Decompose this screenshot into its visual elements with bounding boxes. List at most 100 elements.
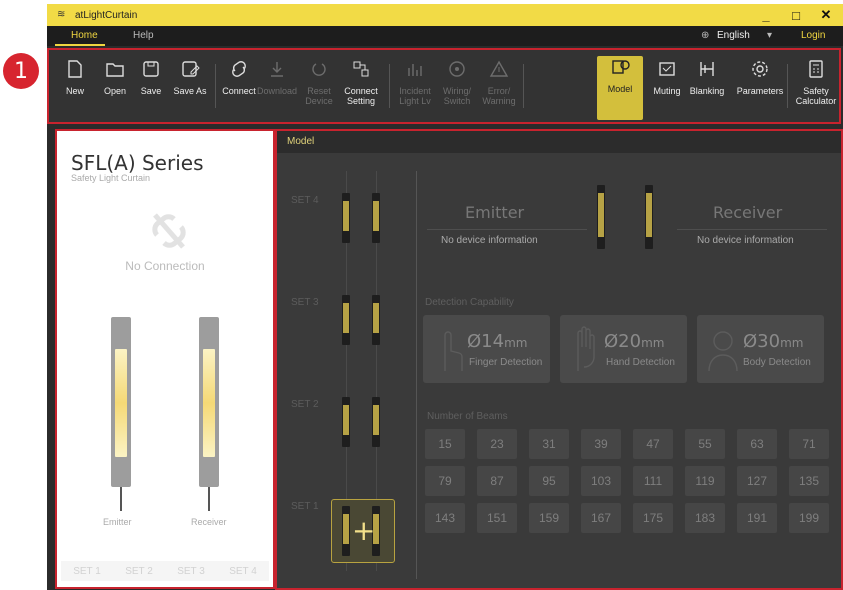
reset-device-button[interactable]: Reset Device xyxy=(299,58,339,118)
beam-option-167[interactable]: 167 xyxy=(581,503,621,533)
set-1-add-button[interactable]: + xyxy=(331,499,395,563)
close-button[interactable]: ✕ xyxy=(815,4,837,26)
safety-label-1: Safety xyxy=(803,86,829,96)
beam-option-87[interactable]: 87 xyxy=(477,466,517,496)
folder-icon xyxy=(106,63,124,77)
connect-setting-icon xyxy=(353,61,369,77)
toolbar: New Open Save Save As Connect Download R… xyxy=(47,48,841,124)
beam-option-135[interactable]: 135 xyxy=(789,466,829,496)
wiring-label-1: Wiring/ xyxy=(442,86,471,96)
save-as-icon xyxy=(182,61,200,77)
connect-setting-button[interactable]: Connect Setting xyxy=(341,58,381,118)
beam-option-119[interactable]: 119 xyxy=(685,466,725,496)
set-tab-4[interactable]: SET 4 xyxy=(229,566,257,577)
set-tab-3[interactable]: SET 3 xyxy=(177,566,205,577)
safety-label-2: Calculator xyxy=(795,96,837,106)
connect-button[interactable]: Connect xyxy=(219,58,259,118)
set-3-receiver-light xyxy=(373,303,379,333)
beam-option-103[interactable]: 103 xyxy=(581,466,621,496)
warning-icon xyxy=(489,60,509,77)
model-emitter-preview xyxy=(597,185,605,249)
download-button[interactable]: Download xyxy=(257,58,297,118)
capability-body-unit: mm xyxy=(780,336,804,350)
beam-option-79[interactable]: 79 xyxy=(425,466,465,496)
capability-body-value: Ø30mm xyxy=(743,331,803,352)
beam-option-63[interactable]: 63 xyxy=(737,429,777,459)
connect-setting-label-1: Connect xyxy=(344,86,378,96)
model-receiver-preview xyxy=(645,185,653,249)
wiring-switch-button[interactable]: Wiring/ Switch xyxy=(437,58,477,118)
incident-light-button[interactable]: Incident Light Lv xyxy=(395,58,435,118)
set-2-label: SET 2 xyxy=(291,399,319,410)
menu-home[interactable]: Home xyxy=(71,30,98,41)
model-panel: Model SET 4 SET 3 SET 2 SET 1 + Emitter … xyxy=(275,129,843,590)
set-2-emitter[interactable] xyxy=(342,397,350,447)
maximize-button[interactable]: □ xyxy=(785,4,807,26)
error-warning-button[interactable]: Error/ Warning xyxy=(479,58,519,118)
set-3-receiver[interactable] xyxy=(372,295,380,345)
beam-option-183[interactable]: 183 xyxy=(685,503,725,533)
muting-icon xyxy=(659,62,675,76)
beam-option-127[interactable]: 127 xyxy=(737,466,777,496)
blanking-button[interactable]: Blanking xyxy=(685,58,729,118)
parameters-button[interactable]: Parameters xyxy=(737,58,783,118)
save-as-button[interactable]: Save As xyxy=(169,58,211,118)
beam-option-31[interactable]: 31 xyxy=(529,429,569,459)
bar-chart-icon xyxy=(408,64,422,76)
beam-option-95[interactable]: 95 xyxy=(529,466,569,496)
save-button[interactable]: Save xyxy=(131,58,171,118)
capability-hand-card[interactable]: Ø20mm Hand Detection xyxy=(560,315,687,383)
beam-option-23[interactable]: 23 xyxy=(477,429,517,459)
beam-option-143[interactable]: 143 xyxy=(425,503,465,533)
download-icon xyxy=(271,62,283,77)
save-as-label: Save As xyxy=(173,86,207,96)
set-1-emitter-light xyxy=(343,514,349,544)
chevron-down-icon[interactable]: ▾ xyxy=(767,30,772,41)
beam-option-15[interactable]: 15 xyxy=(425,429,465,459)
safety-calculator-button[interactable]: Safety Calculator xyxy=(793,58,839,118)
beam-option-191[interactable]: 191 xyxy=(737,503,777,533)
body-icon xyxy=(708,331,738,372)
app-root: 1 2 3 ≋ atLightCurtain _ □ ✕ Home Help ⊕… xyxy=(0,0,843,590)
set-2-receiver[interactable] xyxy=(372,397,380,447)
parameters-label: Parameters xyxy=(736,86,784,96)
receiver-cable xyxy=(208,487,210,511)
new-button[interactable]: New xyxy=(55,58,95,118)
emitter-info: No device information xyxy=(441,235,538,246)
muting-button[interactable]: Muting xyxy=(647,58,687,118)
language-select[interactable]: English xyxy=(717,30,750,41)
set-2-emitter-light xyxy=(343,405,349,435)
minimize-button[interactable]: _ xyxy=(755,4,777,26)
set-4-receiver[interactable] xyxy=(372,193,380,243)
window-title: atLightCurtain xyxy=(75,9,138,21)
globe-icon: ⊕ xyxy=(701,30,710,41)
receiver-device xyxy=(199,317,219,487)
set-4-emitter[interactable] xyxy=(342,193,350,243)
device-panel: SFL(A) Series Safety Light Curtain No Co… xyxy=(55,129,275,589)
beam-option-39[interactable]: 39 xyxy=(581,429,621,459)
title-bar: ≋ atLightCurtain _ □ ✕ xyxy=(47,4,843,26)
emitter-title: Emitter xyxy=(465,203,525,222)
beam-option-111[interactable]: 111 xyxy=(633,466,673,496)
detection-capability-label: Detection Capability xyxy=(425,297,514,308)
model-button[interactable]: Model xyxy=(597,56,643,120)
capability-body-card[interactable]: Ø30mm Body Detection xyxy=(697,315,824,383)
set-3-emitter[interactable] xyxy=(342,295,350,345)
set-tab-1[interactable]: SET 1 xyxy=(73,566,101,577)
beam-option-47[interactable]: 47 xyxy=(633,429,673,459)
beam-option-199[interactable]: 199 xyxy=(789,503,829,533)
emitter-cable xyxy=(120,487,122,511)
set-tab-2[interactable]: SET 2 xyxy=(125,566,153,577)
beam-option-159[interactable]: 159 xyxy=(529,503,569,533)
calculator-icon xyxy=(809,60,823,78)
beam-option-71[interactable]: 71 xyxy=(789,429,829,459)
beam-option-151[interactable]: 151 xyxy=(477,503,517,533)
beam-option-175[interactable]: 175 xyxy=(633,503,673,533)
connect-setting-label-2: Setting xyxy=(346,96,376,106)
capability-finger-card[interactable]: Ø14mm Finger Detection xyxy=(423,315,550,383)
beam-option-55[interactable]: 55 xyxy=(685,429,725,459)
menu-help[interactable]: Help xyxy=(133,30,154,41)
capability-body-desc: Body Detection xyxy=(743,357,811,368)
open-button[interactable]: Open xyxy=(95,58,135,118)
login-link[interactable]: Login xyxy=(801,30,825,41)
